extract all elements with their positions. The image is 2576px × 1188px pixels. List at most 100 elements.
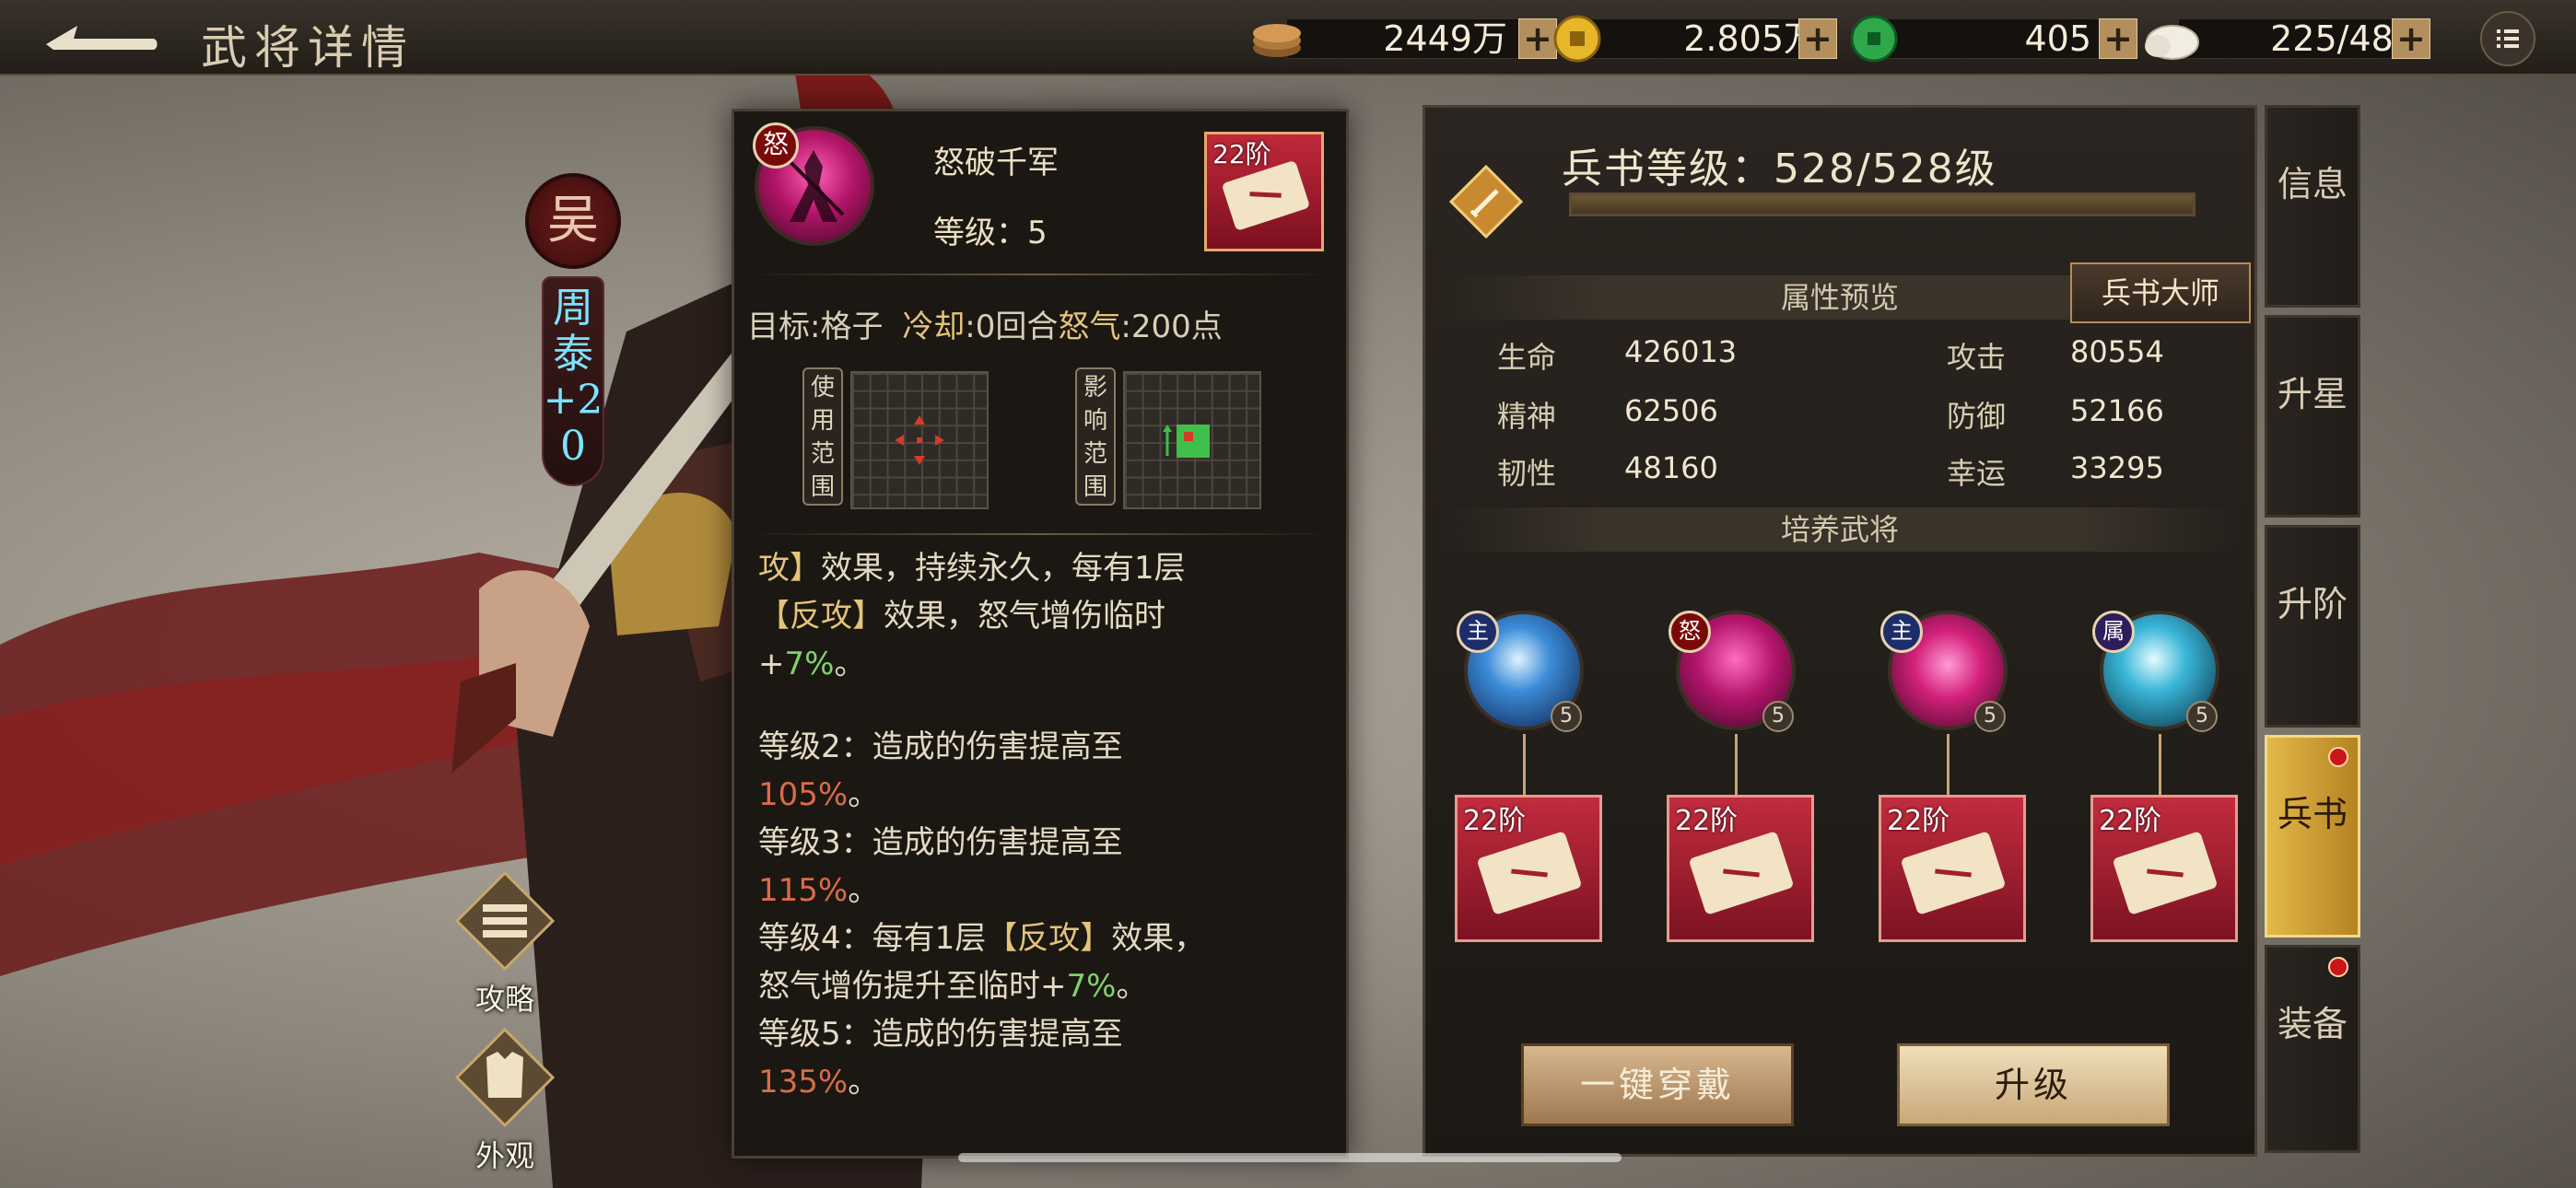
description-text: 。	[1116, 968, 1148, 1005]
tab-label: 信息	[2277, 164, 2348, 204]
attr-label: 防御	[1947, 399, 2007, 434]
attr-value: 33295	[2070, 450, 2164, 485]
faction-badge: 吴	[525, 173, 621, 269]
skill-level: 等级：5	[933, 215, 1048, 251]
effect-range-label: 影响范围	[1075, 367, 1116, 506]
strategy-button[interactable]: 攻略	[450, 866, 560, 1022]
add-jade-button[interactable]: +	[2099, 18, 2137, 59]
tab-rank-up[interactable]: 升阶	[2265, 525, 2360, 728]
description-line: 等级3：造成的伤害提高至	[758, 819, 1329, 867]
tab-label: 升星	[2277, 374, 2348, 414]
attr-label: 幸运	[1947, 456, 2007, 491]
description-text: 等级3：造成的伤害提高至	[758, 824, 1123, 861]
range-markers-icon	[895, 415, 944, 465]
book-card[interactable]: 22阶	[1667, 795, 1814, 942]
description-text: 【反攻】	[758, 598, 884, 635]
attr-label: 攻击	[1947, 340, 2007, 375]
attr-value: 62506	[1624, 393, 1718, 428]
description-text: 7%	[784, 646, 835, 682]
skill-level-badge: 5	[1974, 701, 2006, 732]
description-text: 怒气增伤提升至临时+	[758, 968, 1067, 1005]
page-title: 武将详情	[201, 21, 415, 75]
description-line: 怒气增伤提升至临时+7%。	[758, 962, 1329, 1010]
description-text: 105%	[758, 776, 849, 813]
list-menu-icon	[2497, 29, 2519, 48]
currency-food: 225/480 +	[2141, 15, 2445, 63]
copper-coins-icon	[1253, 24, 1301, 57]
attr-value: 48160	[1624, 450, 1718, 485]
description-text: 效果，怒气增伤临时	[884, 598, 1165, 635]
attr-label: 精神	[1497, 399, 1557, 434]
notification-dot	[2328, 957, 2348, 977]
skill-level-badge: 5	[1551, 701, 1582, 732]
description-text: 等级5：造成的伤害提高至	[758, 1016, 1123, 1053]
cooldown-value: 0回合	[975, 309, 1059, 345]
hero-name: 周泰+20	[543, 285, 603, 470]
description-text: 攻】	[758, 550, 821, 587]
home-indicator	[958, 1153, 1622, 1162]
skill-book-card[interactable]: 22阶	[1204, 132, 1324, 251]
link-line	[1523, 734, 1526, 798]
add-gold-button[interactable]: +	[1798, 18, 1837, 59]
skill-level-badge: 5	[2186, 701, 2218, 732]
add-food-button[interactable]: +	[2392, 18, 2430, 59]
book-card[interactable]: 22阶	[1455, 795, 1602, 942]
trainee-slot: 主 5 22阶	[1455, 611, 1602, 1062]
effect-range-grid	[1123, 371, 1261, 509]
currency-value: 225/480	[2270, 18, 2416, 59]
cooldown-label: 冷却	[902, 309, 966, 345]
colon: :	[965, 309, 976, 345]
train-generals-header: 培养武将	[1444, 507, 2236, 552]
menu-button[interactable]	[2480, 11, 2535, 66]
description-text: 135%	[758, 1064, 849, 1101]
book-card[interactable]: 22阶	[1879, 795, 2026, 942]
currency-jade: 405 +	[1846, 15, 2137, 63]
sword-diamond-icon	[1448, 164, 1524, 239]
notification-dot	[2328, 747, 2348, 767]
colon: :	[810, 309, 821, 345]
tab-label: 升阶	[2277, 584, 2348, 624]
book-card[interactable]: 22阶	[2090, 795, 2238, 942]
area-cells-icon	[1163, 425, 1210, 458]
book-master-button[interactable]: 兵书大师	[2070, 262, 2251, 323]
jade-coin-icon	[1850, 15, 1898, 63]
description-text: 等级2：造成的伤害提高至	[758, 728, 1123, 765]
book-rank: 22阶	[1887, 805, 1950, 837]
divider	[747, 274, 1333, 275]
tab-equipment[interactable]: 装备	[2265, 945, 2360, 1153]
skill-description: 攻】效果，持续永久，每有1层【反攻】效果，怒气增伤临时 +7%。等级2：造成的伤害…	[758, 544, 1329, 1106]
target-label: 目标	[747, 309, 810, 345]
description-line: +7%。	[758, 640, 1329, 688]
rage-tag: 怒	[753, 122, 799, 169]
tab-military-book[interactable]: 兵书	[2265, 735, 2360, 938]
tab-info[interactable]: 信息	[2265, 105, 2360, 308]
target-value: 格子	[820, 309, 884, 345]
description-text: 效果，	[1111, 920, 1206, 957]
rage-value: 200点	[1130, 309, 1223, 345]
rage-label: 怒气	[1058, 309, 1121, 345]
back-arrow-icon	[46, 26, 158, 50]
tab-label: 兵书	[2277, 794, 2348, 834]
tab-star-up[interactable]: 升星	[2265, 315, 2360, 518]
description-line: 攻】效果，持续永久，每有1层	[758, 544, 1329, 592]
attr-label: 韧性	[1497, 456, 1557, 491]
armor-outfit-icon	[454, 1027, 556, 1128]
skill-detail-popup: 怒 怒破千军 等级：5 22阶 目标:格子 冷却:0回合怒气:200点 使用范围…	[732, 109, 1349, 1159]
appearance-button[interactable]: 外观	[450, 1022, 560, 1179]
description-line: 105%。	[758, 771, 1329, 819]
currency-gold: 2.805万 +	[1550, 15, 1863, 63]
attribute-tag: 属	[2092, 611, 2135, 653]
attr-value: 52166	[2070, 393, 2164, 428]
strategy-label: 攻略	[474, 982, 534, 1017]
divider	[747, 533, 1333, 535]
skill-level-badge: 5	[1762, 701, 1794, 732]
book-rank: 22阶	[1212, 139, 1271, 169]
tab-label: 装备	[2277, 1004, 2348, 1044]
upgrade-button[interactable]: 升级	[1897, 1043, 2170, 1126]
main-tag: 主	[1457, 611, 1499, 653]
wear-all-button[interactable]: 一键穿戴	[1521, 1043, 1794, 1126]
book-rank: 22阶	[1675, 805, 1739, 837]
back-button[interactable]	[37, 13, 166, 63]
description-line: 等级2：造成的伤害提高至	[758, 723, 1329, 771]
